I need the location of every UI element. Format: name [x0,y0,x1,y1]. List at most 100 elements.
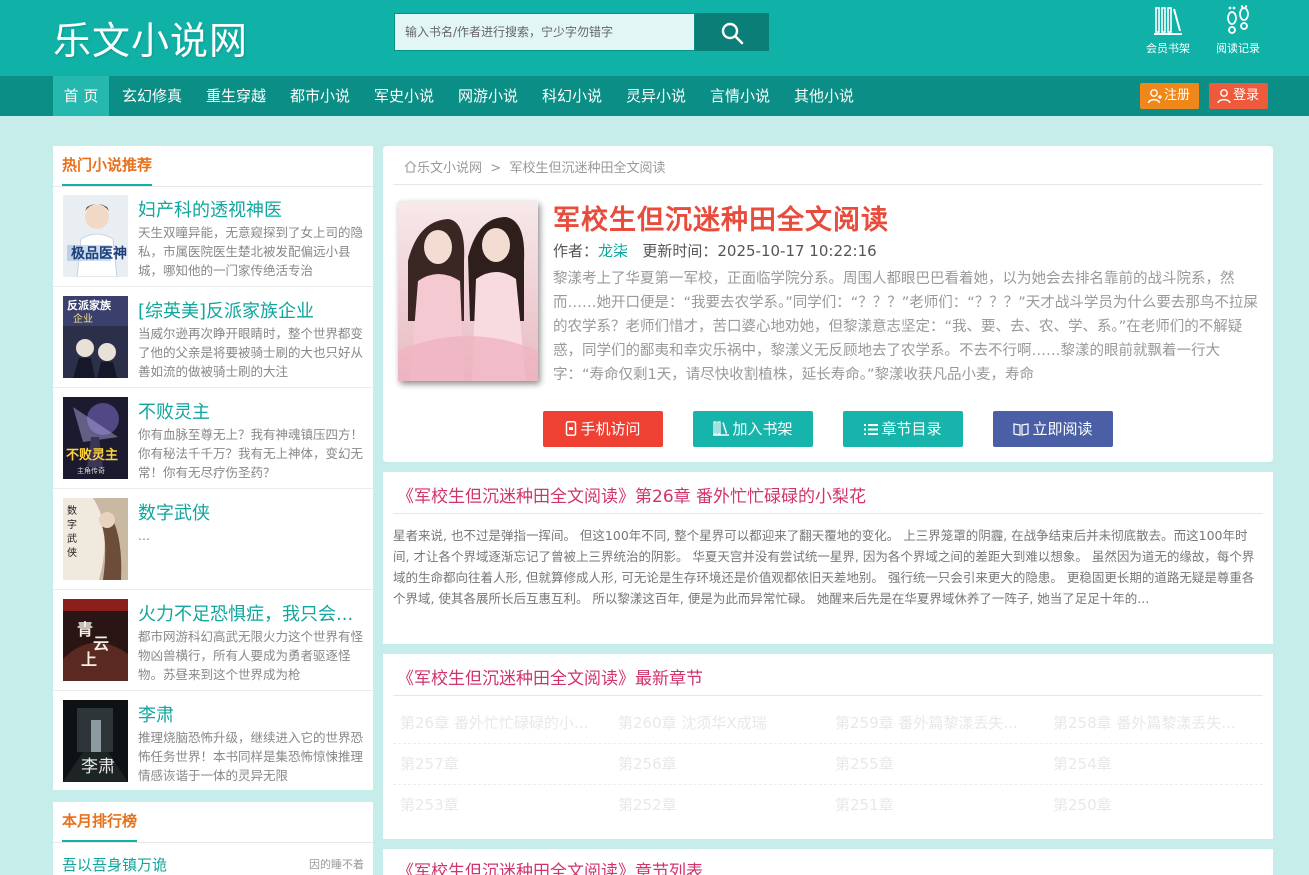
read-now-button[interactable]: 立即阅读 [993,411,1113,447]
main-nav: 首 页 玄幻修真 重生穿越 都市小说 军史小说 网游小说 科幻小说 灵异小说 言… [0,76,1309,116]
chapter-link[interactable]: 第251章 [835,785,1035,825]
hot-book-name[interactable]: 妇产科的透视神医 [138,196,363,222]
chapter-link[interactable]: 第257章 [400,744,600,784]
breadcrumb-home[interactable]: 乐文小说网 [417,161,482,176]
chapter-link[interactable]: 第255章 [835,744,1035,784]
nav-home[interactable]: 首 页 [53,76,109,116]
nav-chongsheng[interactable]: 重生穿越 [195,76,277,116]
hot-book-name[interactable]: 数字武侠 [138,499,363,525]
book-cover[interactable]: 青云上 [63,599,128,681]
svg-text:反派家族: 反派家族 [67,298,112,312]
member-shelf-link[interactable]: 会员书架 [1138,5,1198,56]
footprint-icon [1227,5,1249,34]
hot-book-desc: 当威尔逊再次睁开眼睛时，整个世界都变了他的父亲是将要被骑士刷的大也只好从善如流的… [138,326,363,379]
chapter-link[interactable]: 第258章 番外篇黎漾丢失... [1053,703,1253,743]
hot-book-name[interactable]: [综英美]反派家族企业 [138,297,363,323]
reading-history-label: 阅读记录 [1216,42,1260,55]
hot-book-name[interactable]: 李肃 [138,701,363,727]
chapter-link[interactable]: 第250章 [1053,785,1253,825]
chapter-link[interactable]: 第256章 [618,744,818,784]
register-button[interactable]: 注册 [1140,83,1199,109]
nav-xuanhuan[interactable]: 玄幻修真 [111,76,193,116]
breadcrumb-separator: > [490,161,502,176]
phone-icon [566,421,577,436]
breadcrumb: 乐文小说网 > 军校生但沉迷种田全文阅读 [404,157,665,176]
mobile-visit-button[interactable]: 手机访问 [543,411,663,447]
chapter-link[interactable]: 第259章 番外篇黎漾丢失... [835,703,1035,743]
book-intro: 黎漾考上了华夏第一军校，正面临学院分系。周围人都眼巴巴看着她，以为她会去排名靠前… [553,271,1258,383]
nav-qita[interactable]: 其他小说 [783,76,865,116]
svg-text:李肃: 李肃 [81,757,115,777]
hot-item[interactable]: 反派家族 企业 [综英美]反派家族企业 当威尔逊再次睁开眼睛时，整个世界都变了他的… [53,287,373,388]
member-shelf-label: 会员书架 [1146,42,1190,55]
search-icon [721,22,744,45]
newest-chapters-title: 《军校生但沉迷种田全文阅读》最新章节 [397,669,703,689]
bookshelf-icon [713,421,730,436]
user-icon [1217,89,1231,104]
latest-chapter-title[interactable]: 《军校生但沉迷种田全文阅读》第26章 番外忙忙碌碌的小梨花 [397,482,866,507]
nav-lingyi[interactable]: 灵异小说 [615,76,697,116]
author-link[interactable]: 龙柒 [598,242,628,260]
nav-dushi[interactable]: 都市小说 [279,76,361,116]
hot-item[interactable]: 李肃 李肃 推理烧脑恐怖升级，继续进入它的世界恐怖任务世界！本书同样是集恐怖惊悚… [53,691,373,792]
hot-book-desc: 推理烧脑恐怖升级，继续进入它的世界恐怖任务世界！本书同样是集恐怖惊悚推理情感诙谐… [138,730,363,783]
svg-text:侠: 侠 [67,546,77,559]
hot-item[interactable]: 极品医神 妇产科的透视神医 天生双瞳异能，无意窥探到了女上司的隐私，市属医院医生… [53,186,373,287]
chapter-catalog-button[interactable]: 章节目录 [843,411,963,447]
nav-junshi[interactable]: 军史小说 [363,76,445,116]
nav-yanqing[interactable]: 言情小说 [699,76,781,116]
hot-book-name[interactable]: 不败灵主 [138,398,363,424]
book-info-card: 乐文小说网 > 军校生但沉迷种田全文阅读 军校生但沉迷种田全文阅读 作者：龙柒 … [383,146,1273,462]
svg-text:极品医神: 极品医神 [71,245,127,262]
svg-text:上: 上 [81,650,97,669]
nav-wangyou[interactable]: 网游小说 [447,76,529,116]
hot-item[interactable]: 青云上 火力不足恐惧症，我只会... 都市网游科幻高武无限火力这个世界有怪物凶兽… [53,590,373,691]
book-cover[interactable]: 反派家族 企业 [63,296,128,378]
book-cover[interactable]: 李肃 [63,700,128,782]
add-shelf-label: 加入书架 [732,420,793,438]
book-open-icon [1013,423,1030,436]
svg-text:数: 数 [67,504,77,517]
book-cover[interactable]: 数字武侠 [63,498,128,580]
hot-recommend-panel: 热门小说推荐 极品医神 妇产科的透视神医 天生双瞳异能，无意窥探到了女上司的隐私… [53,146,373,790]
newest-chapters-card: 《军校生但沉迷种田全文阅读》最新章节 第26章 番外忙忙碌碌的小... 第260… [383,654,1273,839]
breadcrumb-current: 军校生但沉迷种田全文阅读 [509,161,666,176]
svg-text:字: 字 [67,518,77,531]
update-time: 2025-10-17 10:22:16 [717,242,877,260]
search-input[interactable] [394,13,695,51]
hot-book-desc: 你有血脉至尊无上？我有神魂镇压四方！你有秘法千千万？我有无上神体，变幻无常！你有… [138,427,363,480]
chapter-link[interactable]: 第26章 番外忙忙碌碌的小... [400,703,600,743]
hot-book-name[interactable]: 火力不足恐惧症，我只会... [138,600,363,626]
svg-text:企业: 企业 [73,312,93,325]
hot-item[interactable]: 数字武侠 数字武侠 ... [53,489,373,590]
site-logo[interactable]: 乐文小说网 [53,10,248,65]
divider [393,513,1263,514]
user-add-icon [1147,89,1162,104]
chapter-link[interactable]: 第252章 [618,785,818,825]
hot-item[interactable]: 不败灵主 主角传奇 不败灵主 你有血脉至尊无上？我有神魂镇压四方！你有秘法千千万？… [53,388,373,489]
search-button[interactable] [695,13,769,51]
monthly-rank-panel: 本月排行榜 吾以吾身镇万诡 因的睡不着 [53,802,373,875]
chapter-link[interactable]: 第260章 沈须华X成瑞 [618,703,818,743]
add-shelf-button[interactable]: 加入书架 [693,411,813,447]
home-icon [404,160,417,173]
book-cover[interactable]: 极品医神 [63,195,128,277]
main-book-cover[interactable] [398,201,538,381]
reading-history-link[interactable]: 阅读记录 [1208,5,1268,56]
chapter-catalog-label: 章节目录 [881,420,942,438]
hot-book-desc: ... [138,528,150,543]
svg-text:主角传奇: 主角传奇 [77,466,105,475]
read-now-label: 立即阅读 [1032,420,1093,438]
chapter-link[interactable]: 第253章 [400,785,600,825]
book-meta: 作者：龙柒 更新时间：2025-10-17 10:22:16 [553,240,877,261]
search-bar [394,13,769,51]
latest-chapter-card: 《军校生但沉迷种田全文阅读》第26章 番外忙忙碌碌的小梨花 星者来说, 也不过是… [383,472,1273,644]
nav-kehuan[interactable]: 科幻小说 [531,76,613,116]
bookshelf-icon [1154,7,1182,35]
chapter-link[interactable]: 第254章 [1053,744,1253,784]
chapter-list-title: 《军校生但沉迷种田全文阅读》章节列表 [397,862,703,875]
rank-book-name[interactable]: 吾以吾身镇万诡 [62,856,167,874]
book-cover[interactable]: 不败灵主 主角传奇 [63,397,128,479]
rank-item[interactable]: 吾以吾身镇万诡 因的睡不着 [62,854,364,875]
login-button[interactable]: 登录 [1209,83,1268,109]
